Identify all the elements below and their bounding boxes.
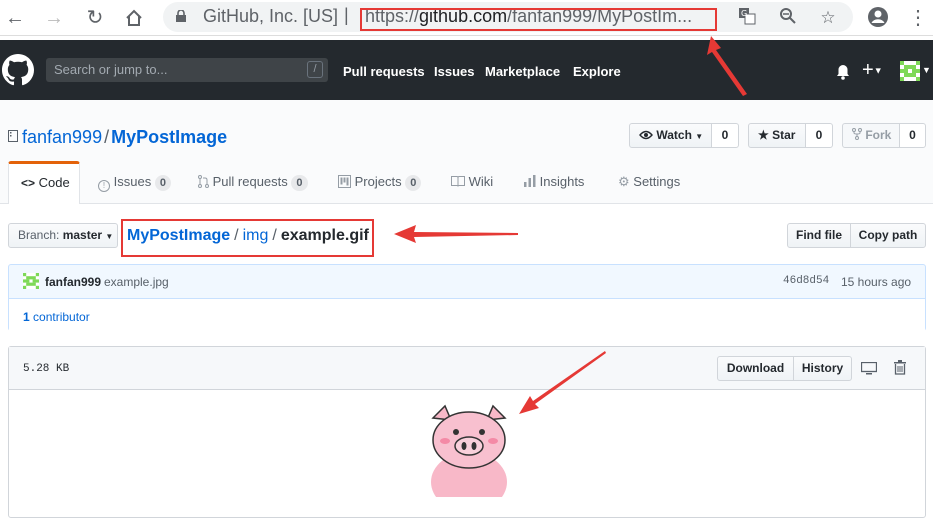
desktop-icon[interactable] [861,362,877,375]
watch-count[interactable]: 0 [711,123,739,148]
contributors-count: 1 [23,310,30,324]
lock-icon [176,10,186,22]
repo-owner-link[interactable]: fanfan999 [22,127,102,147]
slash-key-hint: / [307,61,323,78]
annotation-arrow-breadcrumb [394,225,518,243]
file-header: 5.28 KB Download History [9,347,925,390]
commit-author-link[interactable]: fanfan999 [45,275,101,289]
project-icon [338,175,351,188]
branch-selector[interactable]: Branch: master ▼ [8,223,118,248]
annotation-arrow-url [707,36,747,96]
fork-icon [852,128,862,140]
fork-count[interactable]: 0 [899,123,926,148]
graph-icon [524,175,536,187]
url-highlight-annotation [360,8,717,31]
book-icon [451,176,465,187]
back-arrow-icon[interactable]: ← [3,6,27,30]
svg-text:G: G [741,9,747,18]
avatar-dropdown-caret-icon: ▼ [922,65,931,75]
pull-requests-count-badge: 0 [291,175,308,191]
commit-time: 15 hours ago [841,275,912,289]
github-header: Search or jump to... / Pull requests Iss… [0,40,933,100]
nav-marketplace[interactable]: Marketplace [485,64,560,79]
watch-label: Watch [656,128,692,142]
tab-issues-label: Issues [113,174,152,189]
address-separator: | [344,5,349,25]
search-placeholder: Search or jump to... [54,62,168,77]
tab-code-label: Code [38,175,70,190]
latest-commit-box: fanfan999 example.jpg 46d8d54 15 hours a… [8,264,926,331]
nav-explore[interactable]: Explore [573,64,621,79]
download-button[interactable]: Download [717,356,794,381]
commit-message-link[interactable]: example.jpg [104,275,169,289]
branch-prefix: Branch: [18,228,60,242]
commit-author-avatar[interactable] [23,273,39,294]
tab-pull-requests[interactable]: Pull requests 0 [198,161,308,204]
notifications-bell-icon[interactable] [836,64,850,80]
breadcrumb-highlight-annotation [121,219,374,257]
branch-caret-icon: ▼ [105,232,114,241]
copy-path-button[interactable]: Copy path [850,223,926,248]
github-logo-icon[interactable] [2,54,34,86]
tab-insights-label: Insights [539,174,585,189]
tab-wiki-label: Wiki [468,174,494,189]
code-icon: <> [21,176,36,190]
contributors-row: 1 contributor [9,298,925,331]
browser-toolbar: ← → ↻ GitHub, Inc. [US] | https://github… [0,0,933,36]
menu-icon[interactable]: ⋮ [906,6,930,30]
eye-icon [639,130,653,140]
issues-count-badge: 0 [154,175,171,191]
commit-sha-link[interactable]: 46d8d54 [783,275,829,287]
tab-wiki[interactable]: Wiki [451,161,493,204]
find-file-button[interactable]: Find file [787,223,851,248]
contributors-label: contributor [33,310,90,324]
pull-request-icon [198,175,209,188]
contributors-link[interactable]: 1 contributor [23,310,90,324]
gear-icon: ⚙ [618,174,630,189]
site-organization: GitHub, Inc. [US] [203,6,339,26]
branch-name: master [62,228,103,242]
forward-arrow-icon[interactable]: → [42,6,66,30]
repo-header: fanfan999/MyPostImage Watch ▼ 0 ★ Star 0… [0,100,933,204]
history-button[interactable]: History [793,356,852,381]
zoom-icon[interactable] [777,7,799,29]
watch-caret-icon: ▼ [695,132,704,141]
reload-icon[interactable]: ↻ [83,6,107,30]
create-new-plus-icon[interactable]: +▼ [862,60,883,81]
translate-icon[interactable]: G [736,7,758,29]
tab-settings-label: Settings [633,174,681,189]
tab-insights[interactable]: Insights [524,161,584,204]
home-icon[interactable] [122,6,146,30]
bookmark-star-icon[interactable]: ☆ [817,7,839,29]
repo-name-link[interactable]: MyPostImage [111,127,227,147]
tab-settings[interactable]: ⚙ Settings [618,161,680,204]
watch-button[interactable]: Watch ▼ [629,123,712,148]
repo-icon [8,130,18,142]
pig-image [431,404,507,497]
file-view: 5.28 KB Download History [8,346,926,518]
fork-button[interactable]: Fork [842,123,900,148]
user-avatar[interactable]: ▼ [900,61,931,86]
nav-pull-requests[interactable]: Pull requests [343,64,425,79]
tab-issues[interactable]: ! Issues 0 [98,161,171,204]
trash-icon[interactable] [894,360,906,375]
profile-icon[interactable] [866,6,890,30]
projects-count-badge: 0 [405,175,422,191]
file-size: 5.28 KB [23,363,70,375]
issue-icon: ! [98,180,110,192]
tab-pull-requests-label: Pull requests [212,174,288,189]
fork-label: Fork [865,128,892,142]
star-button[interactable]: ★ Star [748,123,806,148]
star-label: Star [772,128,796,142]
tab-projects-label: Projects [354,174,402,189]
star-icon: ★ [758,128,769,142]
annotation-arrow-image [519,351,606,414]
repo-title: fanfan999/MyPostImage [8,127,227,148]
tab-code[interactable]: <> Code [8,161,80,204]
repo-title-separator: / [104,127,110,147]
search-input[interactable]: Search or jump to... / [46,58,328,82]
nav-issues[interactable]: Issues [434,64,474,79]
star-count[interactable]: 0 [805,123,833,148]
tab-projects[interactable]: Projects 0 [338,161,422,204]
